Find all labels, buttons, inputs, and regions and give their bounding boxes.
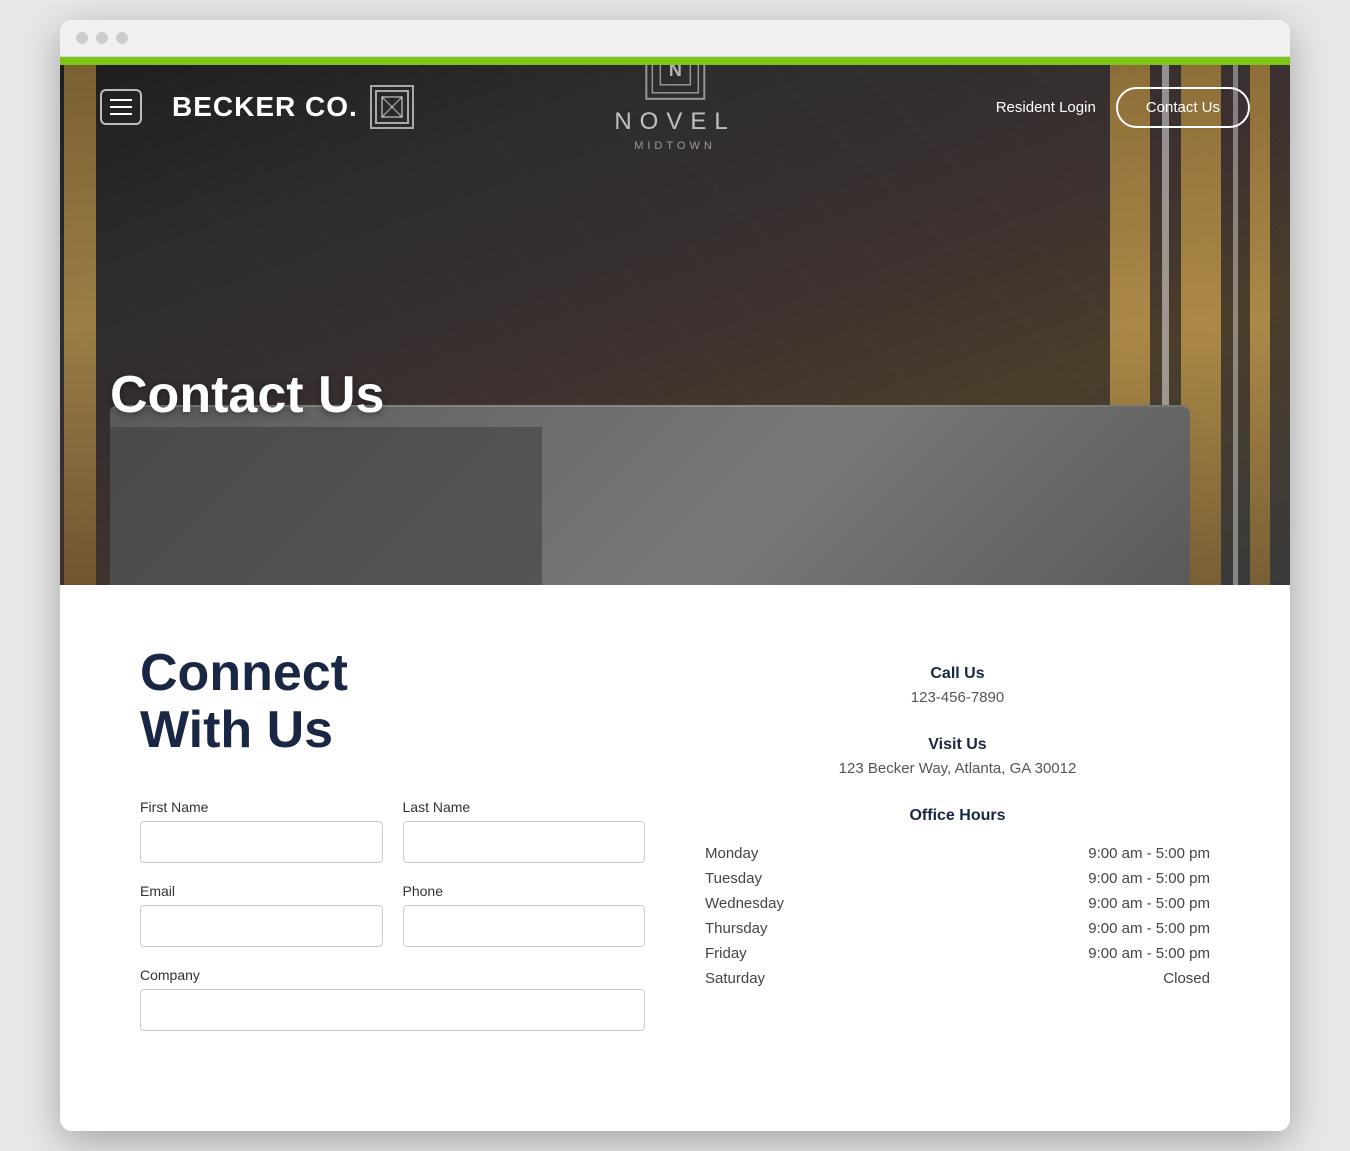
hours-row: Tuesday 9:00 am - 5:00 pm: [705, 866, 1210, 891]
hours-day: Wednesday: [705, 895, 784, 912]
accent-bar: [60, 57, 1290, 65]
hours-time: 9:00 am - 5:00 pm: [1088, 870, 1210, 887]
svg-text:N: N: [669, 65, 682, 80]
hamburger-menu[interactable]: [100, 89, 142, 125]
hero-section: BECKER CO. N: [60, 65, 1290, 585]
phone-number[interactable]: 123-456-7890: [705, 689, 1210, 706]
left-column: Connect With Us First Name Last Name: [140, 645, 645, 1051]
hamburger-line-2: [110, 106, 132, 108]
novel-subtitle: MIDTOWN: [614, 140, 735, 152]
hours-list: Monday 9:00 am - 5:00 pm Tuesday 9:00 am - …: [705, 841, 1210, 991]
call-us-block: Call Us 123-456-7890: [705, 665, 1210, 706]
hours-time: Closed: [1163, 970, 1210, 987]
last-name-input[interactable]: [403, 821, 646, 863]
novel-title: NOVEL: [614, 108, 735, 136]
form-row-name: First Name Last Name: [140, 799, 645, 863]
company-input[interactable]: [140, 989, 645, 1031]
browser-toolbar: [60, 20, 1290, 57]
hours-day: Thursday: [705, 920, 768, 937]
last-name-label: Last Name: [403, 799, 646, 815]
address: 123 Becker Way, Atlanta, GA 30012: [705, 760, 1210, 777]
office-hours-block: Office Hours Monday9:00 am - 5:00 pmTues…: [705, 807, 1210, 991]
email-label: Email: [140, 883, 383, 899]
novel-branding: N NOVEL MIDTOWN: [614, 65, 735, 152]
browser-dot-red: [76, 32, 88, 44]
desk-surface: [110, 405, 1190, 585]
visit-us-label: Visit Us: [705, 736, 1210, 754]
first-name-input[interactable]: [140, 821, 383, 863]
phone-input[interactable]: [403, 905, 646, 947]
visit-us-block: Visit Us 123 Becker Way, Atlanta, GA 300…: [705, 736, 1210, 777]
nav-logo: BECKER CO.: [172, 85, 414, 129]
form-group-last-name: Last Name: [403, 799, 646, 863]
first-name-label: First Name: [140, 799, 383, 815]
phone-label: Phone: [403, 883, 646, 899]
novel-icon: N: [645, 65, 705, 100]
browser-dot-green: [116, 32, 128, 44]
logo-icon: [370, 85, 414, 129]
hours-time: 9:00 am - 5:00 pm: [1088, 920, 1210, 937]
content-grid: Connect With Us First Name Last Name: [140, 645, 1210, 1051]
hours-row: Friday 9:00 am - 5:00 pm: [705, 941, 1210, 966]
contact-us-button[interactable]: Contact Us: [1116, 87, 1250, 128]
browser-dot-yellow: [96, 32, 108, 44]
email-input[interactable]: [140, 905, 383, 947]
hamburger-line-3: [110, 113, 132, 115]
nav-actions: Resident Login Contact Us: [996, 87, 1250, 128]
call-us-label: Call Us: [705, 665, 1210, 683]
hero-page-title: Contact Us: [110, 365, 384, 425]
hours-row: Thursday 9:00 am - 5:00 pm: [705, 916, 1210, 941]
hours-time: 9:00 am - 5:00 pm: [1088, 895, 1210, 912]
hamburger-line-1: [110, 99, 132, 101]
hours-row: Wednesday 9:00 am - 5:00 pm: [705, 891, 1210, 916]
office-hours-label: Office Hours: [705, 807, 1210, 825]
hours-day: Friday: [705, 945, 747, 962]
hours-time: 9:00 am - 5:00 pm: [1088, 945, 1210, 962]
browser-window: BECKER CO. N: [60, 20, 1290, 1131]
form-group-company: Company: [140, 967, 645, 1031]
hours-day: Saturday: [705, 970, 765, 987]
form-group-phone: Phone: [403, 883, 646, 947]
form-row-company: Company: [140, 967, 645, 1031]
hours-day: Tuesday: [705, 870, 762, 887]
form-group-email: Email: [140, 883, 383, 947]
main-content: Connect With Us First Name Last Name: [60, 585, 1290, 1131]
hours-row: Saturday Closed: [705, 966, 1210, 991]
hours-time: 9:00 am - 5:00 pm: [1088, 845, 1210, 862]
form-row-contact: Email Phone: [140, 883, 645, 947]
company-label: Company: [140, 967, 645, 983]
hours-day: Monday: [705, 845, 758, 862]
form-group-first-name: First Name: [140, 799, 383, 863]
section-heading: Connect With Us: [140, 645, 645, 759]
navbar: BECKER CO. N: [60, 65, 1290, 149]
logo-text[interactable]: BECKER CO.: [172, 91, 358, 123]
hours-row: Monday 9:00 am - 5:00 pm: [705, 841, 1210, 866]
right-column: Call Us 123-456-7890 Visit Us 123 Becker…: [705, 645, 1210, 991]
resident-login-link[interactable]: Resident Login: [996, 99, 1096, 116]
